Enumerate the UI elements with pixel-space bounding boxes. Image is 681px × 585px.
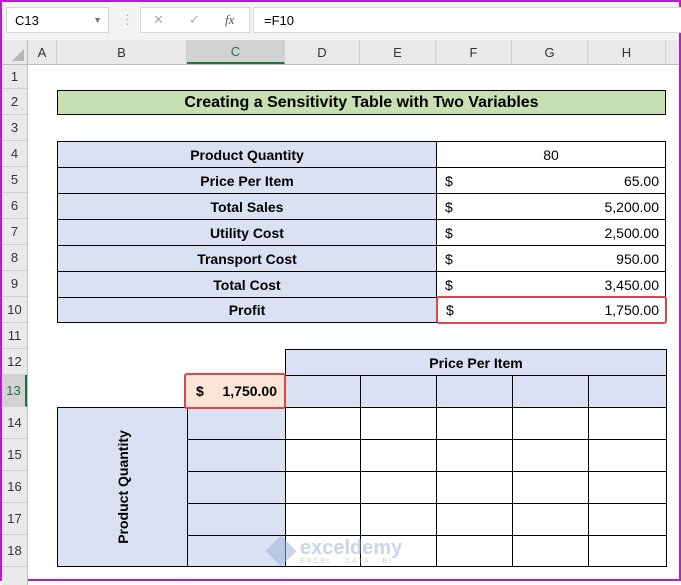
value-text: 3,450.00 — [604, 276, 660, 293]
enter-icon[interactable]: ✓ — [189, 12, 200, 28]
row-header-11[interactable]: 11 — [2, 323, 27, 349]
watermark-tagline: EXCEL · DATA · BI — [300, 557, 393, 565]
column-header-a[interactable]: A — [28, 40, 57, 64]
row-header-6[interactable]: 6 — [2, 193, 27, 219]
column-header-e[interactable]: E — [360, 40, 436, 64]
row-headers: 1 2 3 4 5 6 7 8 9 10 11 12 13 14 15 16 1… — [2, 65, 28, 585]
row-header-3[interactable]: 3 — [2, 115, 27, 141]
function-icon[interactable]: fx — [225, 12, 234, 28]
price-input-cell[interactable] — [285, 375, 361, 408]
row-header-16[interactable]: 16 — [2, 471, 27, 503]
column-variable-header[interactable]: Price Per Item — [285, 349, 667, 376]
row-header-10[interactable]: 10 — [2, 297, 27, 323]
row-header-14[interactable]: 14 — [2, 407, 27, 439]
row-header-12[interactable]: 12 — [2, 349, 27, 375]
exceldemy-logo-icon — [265, 535, 297, 567]
grip-icon: ⋮ — [121, 12, 134, 27]
formula-input[interactable]: =F10 — [253, 7, 681, 33]
value-text: 950.00 — [616, 250, 659, 267]
label-price-per-item[interactable]: Price Per Item — [57, 167, 437, 194]
cancel-icon[interactable]: ✕ — [153, 12, 164, 28]
label-total-cost[interactable]: Total Cost — [57, 271, 437, 298]
formula-bar: C13 ▼ ⋮ ✕ ✓ fx =F10 — [2, 2, 681, 40]
column-headers: A B C D E F G H — [2, 40, 679, 65]
column-header-c[interactable]: C — [187, 40, 285, 64]
formula-text: =F10 — [264, 12, 294, 28]
value-text: 5,200.00 — [604, 198, 660, 215]
currency-symbol: $ — [445, 198, 453, 215]
column-header-f[interactable]: F — [436, 40, 512, 64]
value-price-per-item[interactable]: $65.00 — [436, 167, 666, 194]
value-text: 2,500.00 — [604, 224, 660, 241]
column-header-b[interactable]: B — [57, 40, 187, 64]
currency-symbol: $ — [196, 383, 204, 399]
currency-symbol: $ — [445, 276, 453, 293]
quantity-input-cell[interactable] — [187, 439, 286, 472]
watermark: exceldemy EXCEL · DATA · BI — [265, 534, 420, 568]
row-header-17[interactable]: 17 — [2, 503, 27, 535]
price-input-cell[interactable] — [360, 375, 437, 408]
row-header-7[interactable]: 7 — [2, 219, 27, 245]
value-text: 80 — [543, 146, 559, 163]
value-utility-cost[interactable]: $2,500.00 — [436, 219, 666, 246]
row-header-4[interactable]: 4 — [2, 141, 27, 167]
currency-symbol: $ — [446, 302, 454, 318]
currency-symbol: $ — [445, 250, 453, 267]
label-utility-cost[interactable]: Utility Cost — [57, 219, 437, 246]
currency-symbol: $ — [445, 172, 453, 189]
price-input-cell[interactable] — [588, 375, 667, 408]
quantity-input-cell[interactable] — [187, 407, 286, 440]
price-input-cell[interactable] — [436, 375, 513, 408]
value-total-sales[interactable]: $5,200.00 — [436, 193, 666, 220]
value-product-quantity[interactable]: 80 — [436, 141, 666, 168]
column-header-h[interactable]: H — [588, 40, 666, 64]
row-header-5[interactable]: 5 — [2, 167, 27, 193]
sheet-title: Creating a Sensitivity Table with Two Va… — [57, 90, 666, 115]
label-product-quantity[interactable]: Product Quantity — [57, 141, 437, 168]
name-box-value: C13 — [15, 12, 39, 28]
value-total-cost[interactable]: $3,450.00 — [436, 271, 666, 298]
row-header-1[interactable]: 1 — [2, 65, 27, 89]
corner-value: 1,750.00 — [222, 383, 278, 399]
currency-symbol: $ — [445, 224, 453, 241]
value-text: 1,750.00 — [604, 302, 660, 318]
row-header-18[interactable]: 18 — [2, 535, 27, 567]
value-text: 65.00 — [623, 172, 659, 189]
label-total-sales[interactable]: Total Sales — [57, 193, 437, 220]
column-header-g[interactable]: G — [512, 40, 588, 64]
price-input-cell[interactable] — [512, 375, 589, 408]
quantity-input-cell[interactable] — [187, 471, 286, 504]
formula-cell-c13[interactable]: $ 1,750.00 — [184, 373, 286, 409]
name-box[interactable]: C13 ▼ — [6, 7, 109, 33]
row-header-15[interactable]: 15 — [2, 439, 27, 471]
label-profit[interactable]: Profit — [57, 297, 437, 323]
row-variable-header[interactable]: Product Quantity — [57, 407, 188, 567]
formula-buttons: ✕ ✓ fx — [140, 7, 250, 33]
quantity-input-cell[interactable] — [187, 503, 286, 536]
row-header-9[interactable]: 9 — [2, 271, 27, 297]
label-transport-cost[interactable]: Transport Cost — [57, 245, 437, 272]
row-variable-label: Product Quantity — [114, 430, 131, 544]
row-header-2[interactable]: 2 — [2, 89, 27, 115]
watermark-name: exceldemy — [300, 536, 403, 559]
value-transport-cost[interactable]: $950.00 — [436, 245, 666, 272]
row-header-8[interactable]: 8 — [2, 245, 27, 271]
chevron-down-icon[interactable]: ▼ — [93, 15, 102, 25]
column-header-d[interactable]: D — [285, 40, 360, 64]
row-header-13[interactable]: 13 — [2, 375, 27, 407]
select-all-button[interactable] — [2, 40, 28, 64]
value-profit[interactable]: $1,750.00 — [436, 296, 667, 324]
